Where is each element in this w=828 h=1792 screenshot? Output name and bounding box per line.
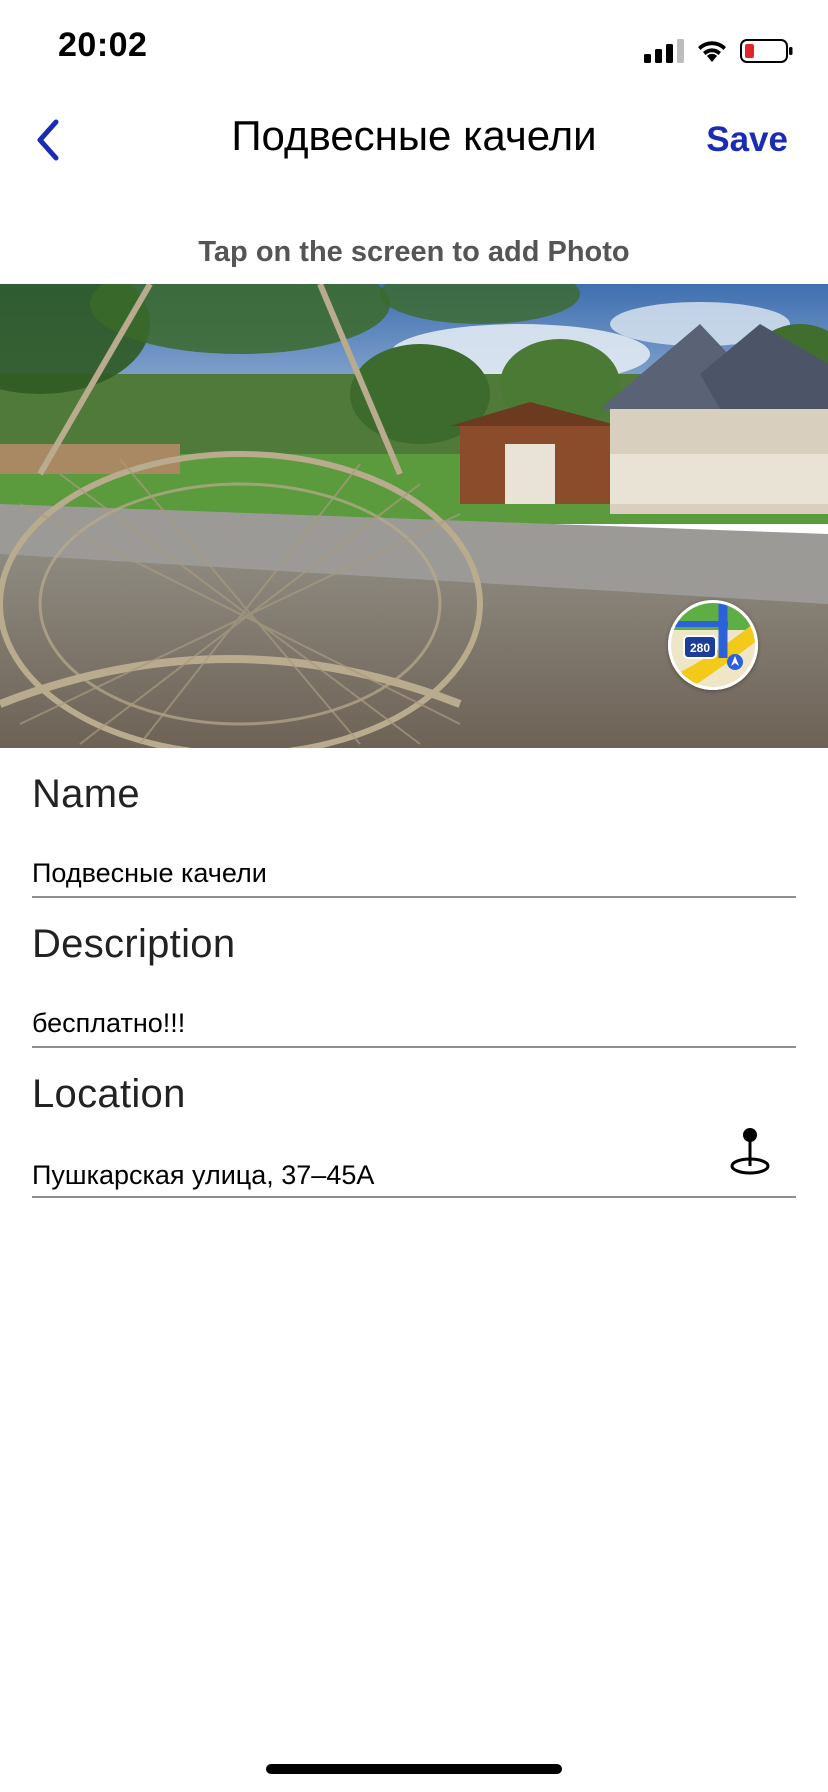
battery-low-icon (740, 39, 793, 63)
name-label: Name (32, 772, 140, 816)
status-icons (644, 36, 794, 66)
location-underline (32, 1196, 796, 1198)
name-input[interactable]: Подвесные качели (32, 858, 267, 889)
page-title: Подвесные качели (231, 112, 597, 159)
description-label: Description (32, 922, 236, 966)
wifi-icon (698, 41, 726, 62)
map-pin-icon[interactable] (728, 1126, 772, 1176)
home-indicator[interactable] (266, 1764, 562, 1774)
chevron-left-icon (37, 119, 59, 161)
name-field-group: Name Подвесные качели (32, 772, 796, 898)
back-button[interactable] (18, 110, 78, 170)
add-photo-hint: Tap on the screen to add Photo (198, 236, 630, 268)
svg-text:280: 280 (690, 641, 710, 655)
location-field-group: Location Пушкарская улица, 37–45А (32, 1072, 796, 1198)
description-input[interactable]: бесплатно!!! (32, 1008, 185, 1039)
navigation-bar: Подвесные качели Save (0, 96, 828, 184)
save-button[interactable]: Save (706, 120, 788, 160)
description-field-group: Description бесплатно!!! (32, 922, 796, 1048)
cellular-signal-icon (644, 39, 684, 63)
status-bar: 20:02 (0, 0, 828, 96)
name-underline (32, 896, 796, 898)
description-underline (32, 1046, 796, 1048)
location-input[interactable]: Пушкарская улица, 37–45А (32, 1160, 374, 1191)
status-time: 20:02 (58, 26, 148, 64)
apple-maps-icon[interactable]: 280 (668, 600, 758, 690)
location-label: Location (32, 1072, 186, 1116)
